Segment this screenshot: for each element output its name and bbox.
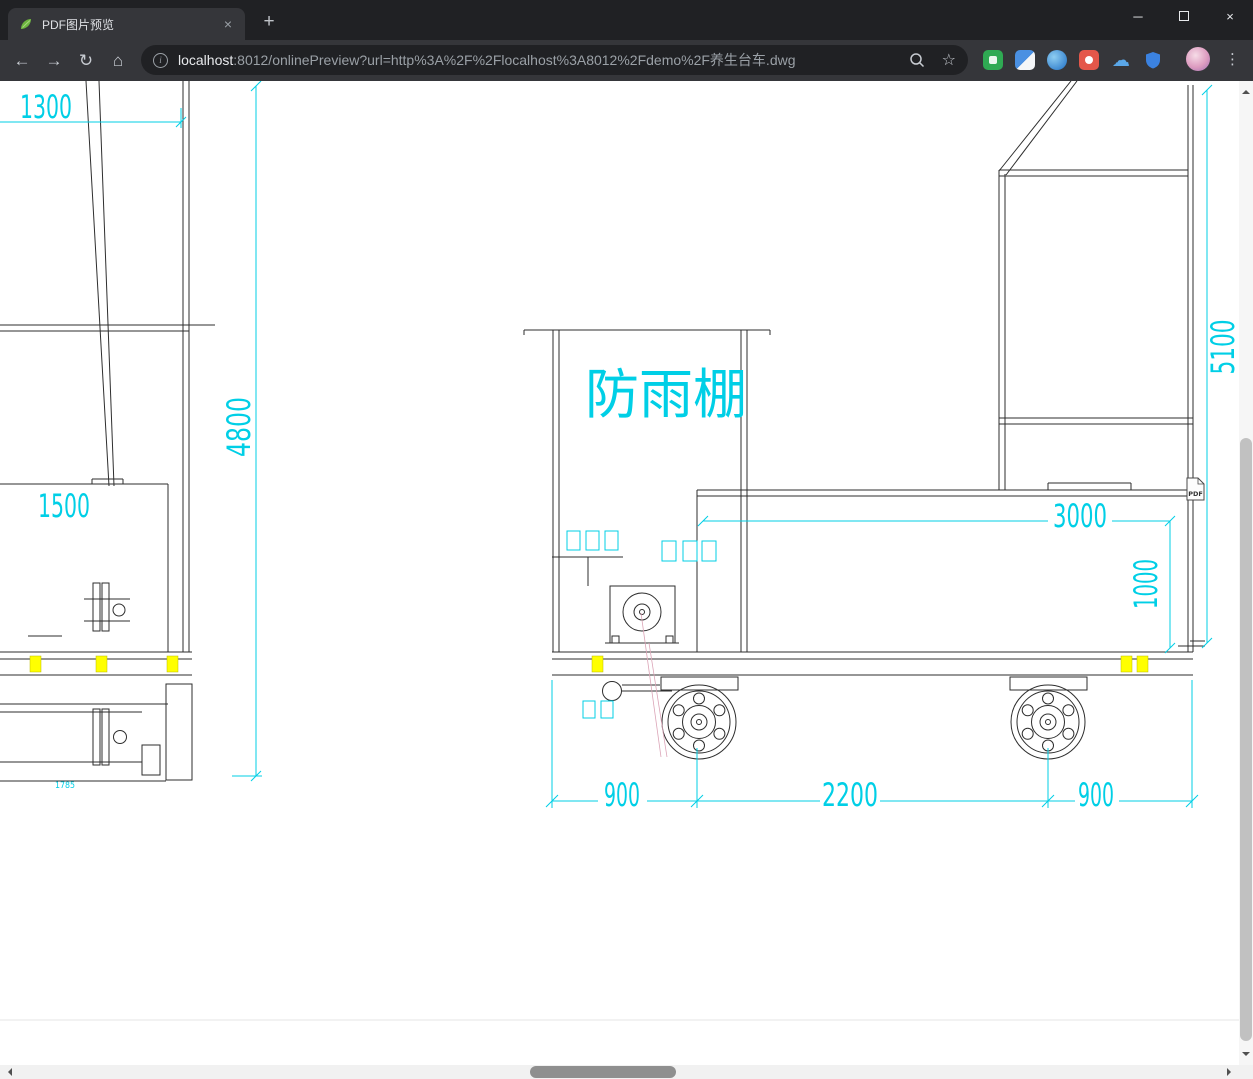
scroll-down-arrow[interactable] xyxy=(1242,1052,1250,1060)
extension-shield-icon[interactable] xyxy=(1143,50,1163,70)
omnibox-actions: ☆ xyxy=(908,50,956,70)
canopy-label: 防雨棚 xyxy=(585,363,747,426)
forward-button[interactable]: → xyxy=(41,48,67,74)
right-wheel xyxy=(1010,684,1086,760)
dim-900-left: 900 xyxy=(604,776,640,814)
back-button[interactable]: ← xyxy=(9,48,35,74)
browser-menu-icon[interactable]: ⋮ xyxy=(1225,49,1240,71)
url-path: :8012/onlinePreview?url=http%3A%2F%2Floc… xyxy=(233,52,796,68)
home-button[interactable]: ⌂ xyxy=(105,48,131,74)
titlebar: PDF图片预览 × + ─ × xyxy=(0,0,1253,40)
url-host: localhost xyxy=(178,52,234,68)
extension-translate-icon[interactable] xyxy=(983,50,1003,70)
close-button[interactable]: × xyxy=(1207,0,1253,32)
left-wheel xyxy=(661,684,737,760)
dim-3000: 3000 xyxy=(1053,497,1107,535)
dim-900-right: 900 xyxy=(1078,776,1114,814)
pdf-badge-label: PDF xyxy=(1188,490,1203,498)
reload-button[interactable]: ↻ xyxy=(73,48,99,74)
dim-1000: 1000 xyxy=(1127,559,1165,609)
highlight-marks xyxy=(29,655,1149,673)
address-bar[interactable]: i localhost:8012/onlinePreview?url=http%… xyxy=(141,45,968,75)
dimension-texts: 1300 1500 4800 5100 3000 1000 900 2200 9… xyxy=(20,88,1239,814)
dim-1500: 1500 xyxy=(38,487,90,525)
shield-icon xyxy=(1146,52,1160,69)
tab-close-icon[interactable]: × xyxy=(219,15,237,33)
vertical-scrollbar-thumb[interactable] xyxy=(1240,438,1252,1041)
extension-cloud-icon[interactable]: ☁ xyxy=(1111,50,1131,70)
dim-1300: 1300 xyxy=(20,88,72,126)
scroll-left-arrow[interactable] xyxy=(4,1068,12,1076)
scrollbar-corner xyxy=(1239,1065,1253,1079)
bookmark-star-icon[interactable]: ☆ xyxy=(942,50,956,70)
extension-google-translate-icon[interactable] xyxy=(1015,50,1035,70)
pdf-file-icon[interactable]: PDF xyxy=(1186,477,1205,501)
dim-2200: 2200 xyxy=(822,776,878,814)
browser-toolbar: ← → ↻ ⌂ i localhost:8012/onlinePreview?u… xyxy=(0,40,1253,81)
cad-dark-lines xyxy=(0,81,1205,782)
vertical-scrollbar[interactable] xyxy=(1239,81,1253,1065)
url-text: localhost:8012/onlinePreview?url=http%3A… xyxy=(178,50,898,70)
dwg-preview-canvas: 1300 1500 4800 5100 3000 1000 900 2200 9… xyxy=(0,81,1239,1065)
new-tab-button[interactable]: + xyxy=(257,10,281,34)
zoom-icon[interactable] xyxy=(908,51,926,69)
extension-red-icon[interactable] xyxy=(1079,50,1099,70)
scroll-up-arrow[interactable] xyxy=(1242,86,1250,94)
page-info-icon[interactable]: i xyxy=(153,52,168,68)
maximize-icon xyxy=(1179,11,1189,21)
cad-drawing: 1300 1500 4800 5100 3000 1000 900 2200 9… xyxy=(0,81,1239,1021)
spring-boot-favicon xyxy=(21,19,31,29)
profile-avatar[interactable] xyxy=(1186,47,1210,71)
dim-small: 1785 xyxy=(55,781,75,791)
scroll-right-arrow[interactable] xyxy=(1227,1068,1235,1076)
horizontal-scrollbar-thumb[interactable] xyxy=(530,1066,676,1078)
browser-tab[interactable]: PDF图片预览 × xyxy=(8,8,245,40)
dim-4800: 4800 xyxy=(220,397,258,457)
dim-5100: 5100 xyxy=(1204,320,1239,375)
maximize-button[interactable] xyxy=(1161,0,1207,32)
window-controls: ─ × xyxy=(1115,0,1253,36)
tab-title: PDF图片预览 xyxy=(42,17,115,32)
minimize-button[interactable]: ─ xyxy=(1115,0,1161,32)
extension-blue-circle-icon[interactable] xyxy=(1047,50,1067,70)
horizontal-scrollbar[interactable] xyxy=(0,1065,1239,1079)
